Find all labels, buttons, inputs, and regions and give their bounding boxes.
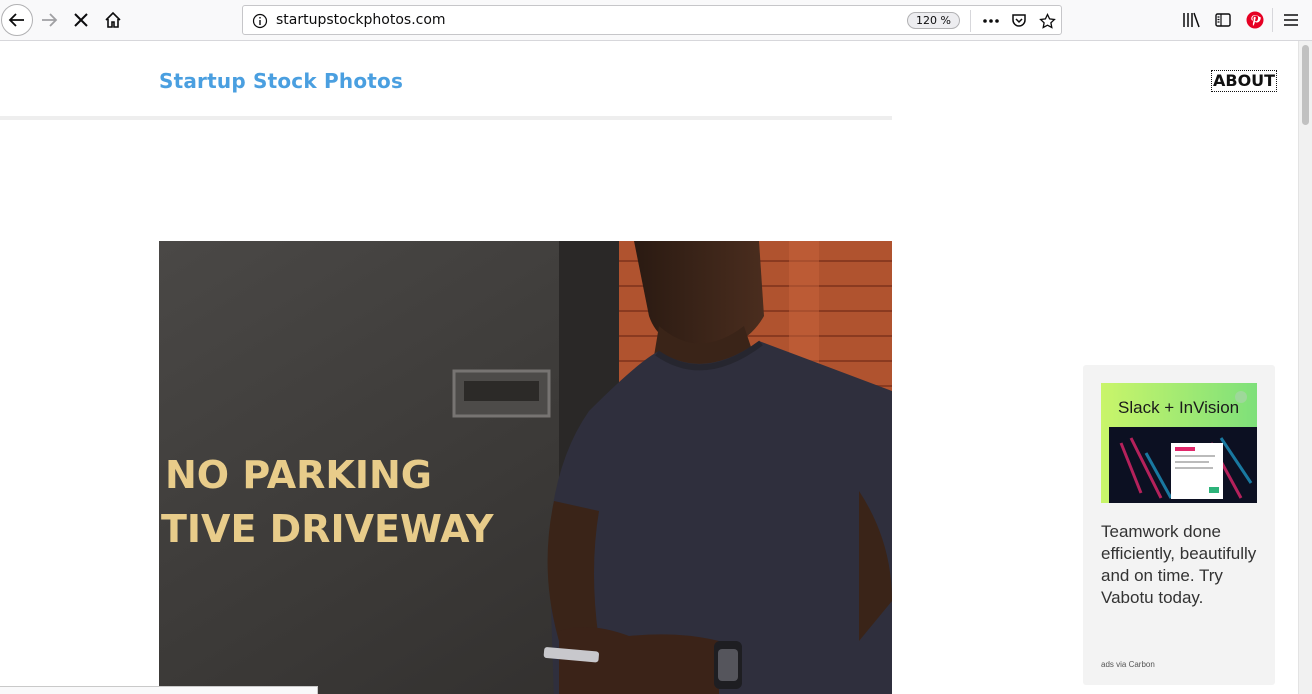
back-button[interactable]	[1, 4, 33, 36]
bookmark-star-icon[interactable]	[1036, 10, 1058, 32]
nav-about-link[interactable]: ABOUT	[1211, 70, 1278, 92]
carbon-ad[interactable]: Slack + InVision Teamwork done efficient…	[1083, 365, 1275, 685]
pocket-icon[interactable]	[1008, 10, 1030, 32]
url-divider	[970, 10, 971, 32]
url-text[interactable]: startupstockphotos.com	[276, 12, 446, 28]
ad-image[interactable]: Slack + InVision	[1101, 383, 1257, 503]
sidebar-icon[interactable]	[1211, 8, 1235, 32]
ad-via-carbon[interactable]: ads via Carbon	[1101, 660, 1155, 669]
hero-sign-line1: NO PARKING	[165, 453, 432, 497]
zoom-indicator[interactable]: 120 %	[907, 12, 960, 29]
info-icon[interactable]	[251, 12, 268, 29]
menu-icon[interactable]	[1279, 8, 1303, 32]
browser-toolbar: startupstockphotos.com 120 %	[0, 0, 1312, 41]
scrollbar-thumb[interactable]	[1302, 45, 1309, 125]
site-title-link[interactable]: Startup Stock Photos	[159, 69, 403, 93]
ad-text[interactable]: Teamwork done efficiently, beautifully a…	[1101, 521, 1261, 609]
page-content: Startup Stock Photos ABOUT NO PARKING TI…	[0, 41, 1298, 694]
status-panel	[0, 686, 318, 694]
ad-image-title: Slack + InVision	[1118, 398, 1239, 417]
forward-icon	[42, 13, 58, 27]
toolbar-divider	[1272, 8, 1273, 32]
home-button[interactable]	[98, 5, 128, 35]
page-scrollbar[interactable]	[1298, 41, 1312, 694]
ellipsis-icon[interactable]	[980, 10, 1002, 32]
home-icon	[105, 11, 121, 28]
back-icon	[8, 13, 24, 27]
hero-photo[interactable]: NO PARKING TIVE DRIVEWAY	[159, 241, 892, 694]
forward-button[interactable]	[34, 5, 64, 35]
ad-image-graphic: Slack + InVision	[1101, 383, 1257, 503]
stop-button[interactable]	[66, 5, 96, 35]
pinterest-icon[interactable]	[1243, 8, 1267, 32]
hero-sign-line2: TIVE DRIVEWAY	[161, 507, 494, 551]
url-bar[interactable]: startupstockphotos.com 120 %	[242, 5, 1062, 35]
stop-icon	[74, 13, 88, 27]
hero-photo-image: NO PARKING TIVE DRIVEWAY	[159, 241, 892, 694]
header-divider	[0, 116, 892, 120]
library-icon[interactable]	[1179, 8, 1203, 32]
